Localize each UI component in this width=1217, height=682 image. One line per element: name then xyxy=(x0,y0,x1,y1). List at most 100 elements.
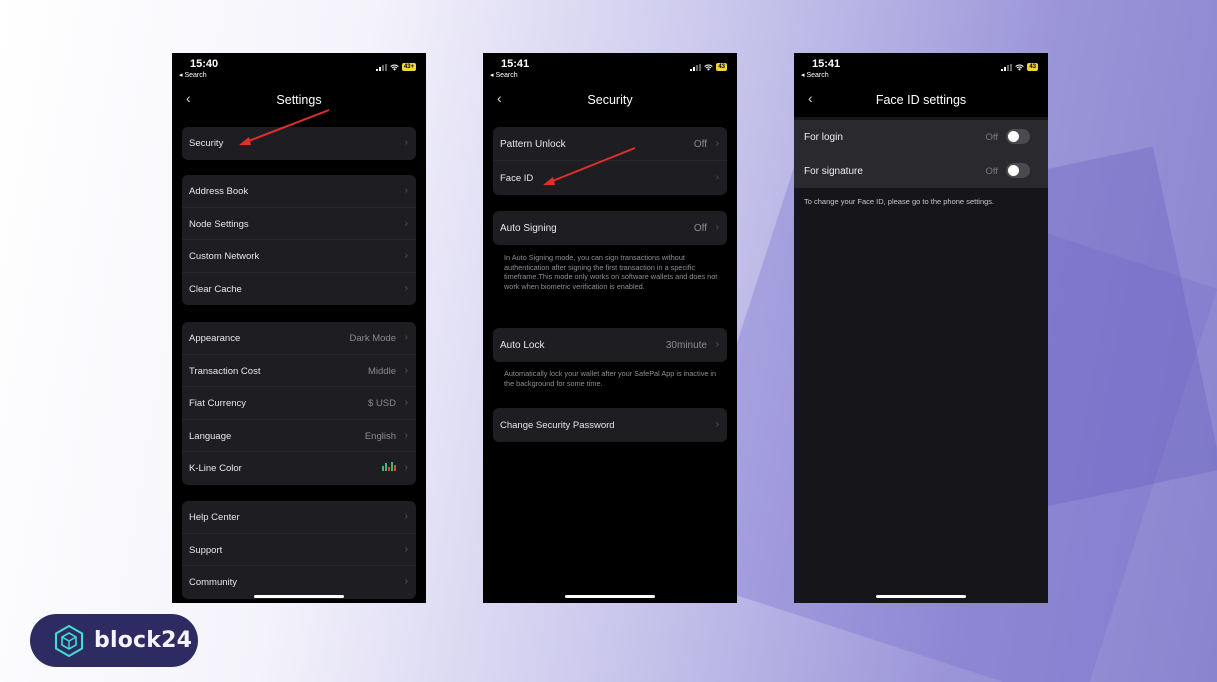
nav-bar: ‹ Face ID settings xyxy=(794,83,1048,117)
settings-item-node-settings[interactable]: Node Settings › xyxy=(182,208,416,240)
security-item-pattern-unlock[interactable]: Pattern Unlock Off › xyxy=(493,127,727,161)
auto-signing-description: In Auto Signing mode, you can sign trans… xyxy=(504,253,718,292)
settings-group-help: Help Center › Support › Community › xyxy=(182,501,416,599)
signal-icon xyxy=(1001,63,1013,71)
security-item-label: Auto Lock xyxy=(500,340,545,351)
security-item-auto-lock[interactable]: Auto Lock 30minute › xyxy=(493,328,727,362)
security-item-value: Off xyxy=(693,223,707,234)
candlestick-icon xyxy=(382,462,396,474)
auto-lock-description: Automatically lock your wallet after you… xyxy=(504,369,717,388)
settings-item-label: Clear Cache xyxy=(189,283,242,295)
chevron-right-icon: › xyxy=(404,185,408,196)
security-item-change-password[interactable]: Change Security Password › xyxy=(493,408,727,442)
security-item-label: Face ID xyxy=(500,173,534,184)
wifi-icon xyxy=(390,64,399,71)
status-time: 15:40 xyxy=(190,58,219,70)
status-time: 15:41 xyxy=(501,58,530,70)
status-time: 15:41 xyxy=(812,58,841,70)
signal-icon xyxy=(690,63,702,71)
security-item-value: 30minute xyxy=(665,340,707,351)
brand-name: block24 xyxy=(94,628,193,653)
back-to-search-link[interactable]: ◂ Search xyxy=(179,71,207,79)
settings-item-label: K-Line Color xyxy=(189,463,242,474)
wifi-icon xyxy=(1015,64,1025,71)
chevron-right-icon: › xyxy=(404,543,408,555)
settings-item-label: Security xyxy=(189,138,224,149)
chevron-right-icon: › xyxy=(404,332,408,343)
chevron-right-icon: › xyxy=(404,462,408,473)
settings-item-language[interactable]: Language English › xyxy=(182,420,416,452)
wifi-icon xyxy=(704,64,714,71)
chevron-right-icon: › xyxy=(715,339,719,350)
back-to-search-link[interactable]: ◂ Search xyxy=(490,71,518,79)
settings-group-general: Address Book › Node Settings › Custom Ne… xyxy=(182,175,416,305)
settings-group-preferences: Appearance Dark Mode › Transaction Cost … xyxy=(182,322,416,485)
chevron-right-icon: › xyxy=(404,576,408,587)
face-id-option-value: Off xyxy=(985,132,999,143)
settings-item-label: Custom Network xyxy=(189,251,260,262)
for-login-toggle[interactable] xyxy=(1006,129,1030,144)
cube-logo-icon xyxy=(55,624,83,657)
chevron-right-icon: › xyxy=(404,364,408,376)
phone-screen-settings: 15:40 ◂ Search 43+ ‹ Settings Security ›… xyxy=(172,53,426,603)
settings-item-label: Node Settings xyxy=(189,218,249,230)
settings-item-community[interactable]: Community › xyxy=(182,566,416,599)
for-signature-toggle[interactable] xyxy=(1006,163,1030,178)
page-title: Face ID settings xyxy=(875,93,967,107)
chevron-right-icon: › xyxy=(404,217,408,229)
page-title: Security xyxy=(587,93,633,107)
settings-item-security[interactable]: Security › xyxy=(182,127,416,160)
settings-item-support[interactable]: Support › xyxy=(182,534,416,566)
security-item-face-id[interactable]: Face ID › xyxy=(493,161,727,195)
chevron-right-icon: › xyxy=(715,419,719,430)
settings-item-k-line-color[interactable]: K-Line Color › xyxy=(182,452,416,485)
chevron-right-icon: › xyxy=(404,282,408,294)
signal-icon xyxy=(375,63,387,71)
settings-item-label: Community xyxy=(189,577,238,588)
chevron-right-icon: › xyxy=(404,250,408,261)
chevron-right-icon: › xyxy=(715,138,719,149)
settings-item-label: Appearance xyxy=(189,333,241,344)
face-id-option-value: Off xyxy=(985,166,999,177)
settings-item-fiat-currency[interactable]: Fiat Currency $ USD › xyxy=(182,387,416,420)
settings-item-transaction-cost[interactable]: Transaction Cost Middle › xyxy=(182,355,416,387)
settings-item-appearance[interactable]: Appearance Dark Mode › xyxy=(182,322,416,355)
chevron-right-icon: › xyxy=(404,137,408,148)
settings-item-address-book[interactable]: Address Book › xyxy=(182,175,416,208)
home-indicator xyxy=(254,595,344,598)
security-item-value: Off xyxy=(693,139,707,150)
page-title: Settings xyxy=(276,93,322,107)
security-item-auto-signing[interactable]: Auto Signing Off › xyxy=(493,211,727,245)
settings-item-value: Dark Mode xyxy=(349,333,396,344)
settings-item-label: Address Book xyxy=(189,186,249,197)
security-item-label: Change Security Password xyxy=(500,420,615,431)
home-indicator xyxy=(876,595,966,598)
settings-item-clear-cache[interactable]: Clear Cache › xyxy=(182,273,416,306)
chevron-right-icon: › xyxy=(404,511,408,522)
chevron-right-icon: › xyxy=(404,397,408,408)
status-bar: 15:40 ◂ Search 43+ xyxy=(172,53,426,83)
settings-item-help-center[interactable]: Help Center › xyxy=(182,501,416,534)
chevron-right-icon: › xyxy=(715,172,719,183)
face-id-for-signature-row: For signature Off xyxy=(794,154,1048,188)
settings-item-custom-network[interactable]: Custom Network › xyxy=(182,240,416,273)
settings-group-security: Security › xyxy=(182,127,416,160)
settings-item-value: $ USD xyxy=(368,398,396,409)
settings-item-label: Transaction Cost xyxy=(189,365,261,377)
face-id-option-label: For login xyxy=(804,132,843,143)
settings-item-label: Fiat Currency xyxy=(189,398,247,409)
phone-screen-face-id-settings: 15:41 ◂ Search 43 ‹ Face ID settings For… xyxy=(794,53,1048,603)
settings-item-label: Help Center xyxy=(189,512,240,523)
back-to-search-link[interactable]: ◂ Search xyxy=(801,71,829,79)
status-bar: 15:41 ◂ Search 43 xyxy=(483,53,737,83)
settings-item-label: Language xyxy=(189,430,232,442)
face-id-hint-text: To change your Face ID, please go to the… xyxy=(804,197,995,206)
phone-screen-security: 15:41 ◂ Search 43 ‹ Security Pattern Unl… xyxy=(483,53,737,603)
face-id-for-login-row: For login Off xyxy=(794,120,1048,154)
security-group-unlock: Pattern Unlock Off › Face ID › xyxy=(493,127,727,195)
security-item-label: Auto Signing xyxy=(500,223,557,234)
battery-indicator: 43 xyxy=(716,63,727,71)
battery-indicator: 43 xyxy=(1027,63,1038,71)
settings-item-value: Middle xyxy=(368,365,396,377)
face-id-option-label: For signature xyxy=(804,166,863,177)
